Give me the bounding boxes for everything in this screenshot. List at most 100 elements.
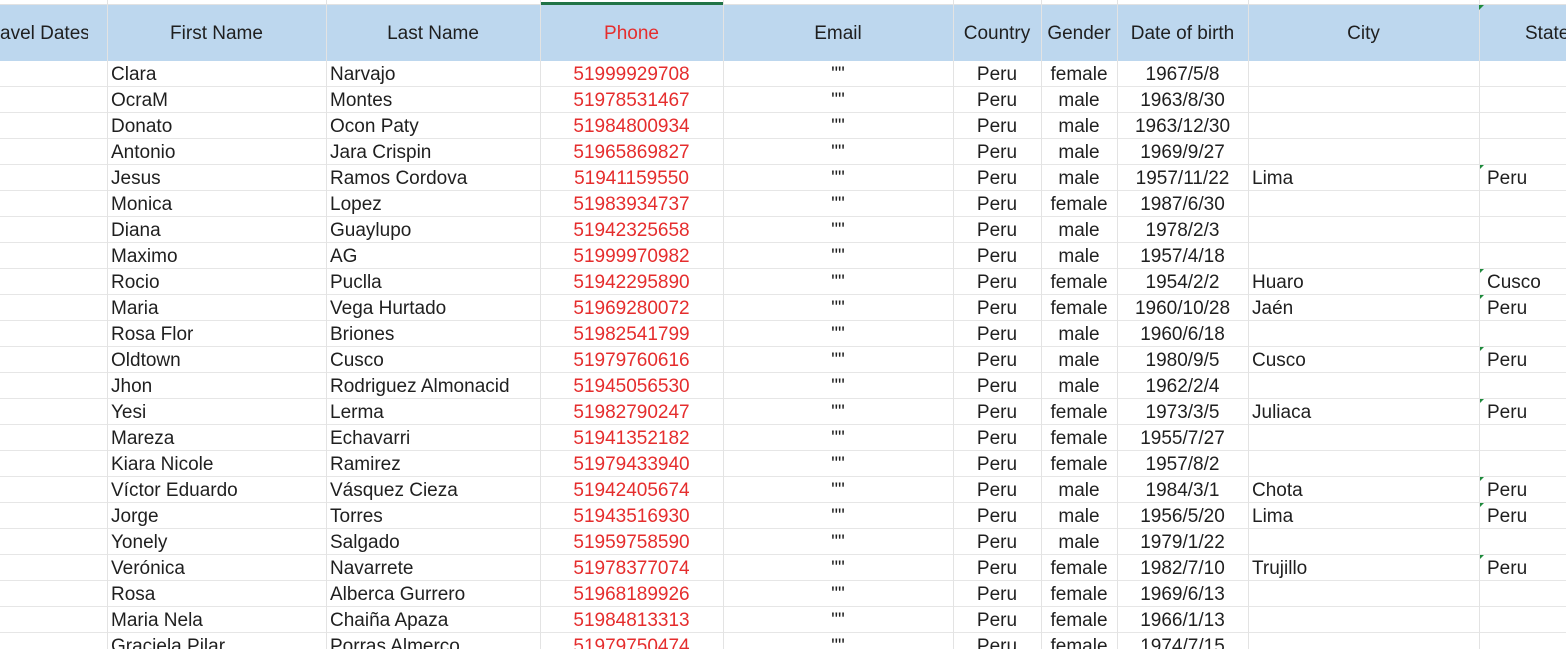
header-city[interactable]: City [1248, 5, 1479, 61]
cell-state[interactable] [1479, 451, 1566, 477]
cell-city[interactable] [1248, 373, 1479, 399]
cell-city[interactable] [1248, 633, 1479, 649]
cell-dob[interactable]: 1955/7/27 [1117, 425, 1248, 451]
cell-country[interactable]: Peru [953, 87, 1041, 113]
cell-email[interactable]: "" [723, 347, 953, 373]
cell-first[interactable]: Clara [107, 61, 326, 87]
cell-country[interactable]: Peru [953, 399, 1041, 425]
header-travel-dates[interactable]: avel Dates [0, 5, 88, 61]
cell-country[interactable]: Peru [953, 425, 1041, 451]
cell-dob[interactable]: 1967/5/8 [1117, 61, 1248, 87]
table-row[interactable]: Rocio Puclla 51942295890 "" Peru female 1954/2… [0, 269, 1566, 295]
cell-first[interactable]: Graciela Pilar [107, 633, 326, 649]
cell-gender[interactable]: male [1041, 87, 1117, 113]
cell-first[interactable]: Oldtown [107, 347, 326, 373]
table-row[interactable]: Yonely Salgado 51959758590 "" Peru male 1979/1… [0, 529, 1566, 555]
cell-travel-dates[interactable] [0, 503, 107, 529]
cell-gender[interactable]: male [1041, 243, 1117, 269]
cell-city[interactable] [1248, 581, 1479, 607]
cell-first[interactable]: Jorge [107, 503, 326, 529]
cell-city[interactable]: Cusco [1248, 347, 1479, 373]
header-state[interactable]: State [1479, 5, 1566, 61]
cell-dob[interactable]: 1980/9/5 [1117, 347, 1248, 373]
cell-first[interactable]: Maximo [107, 243, 326, 269]
cell-travel-dates[interactable] [0, 633, 107, 649]
cell-email[interactable]: "" [723, 633, 953, 649]
table-row[interactable]: Verónica Navarrete 51978377074 "" Peru female… [0, 555, 1566, 581]
cell-first[interactable]: Rosa Flor [107, 321, 326, 347]
cell-email[interactable]: "" [723, 503, 953, 529]
cell-dob[interactable]: 1974/7/15 [1117, 633, 1248, 649]
cell-dob[interactable]: 1960/10/28 [1117, 295, 1248, 321]
cell-dob[interactable]: 1966/1/13 [1117, 607, 1248, 633]
cell-first[interactable]: Mareza [107, 425, 326, 451]
cell-gender[interactable]: male [1041, 139, 1117, 165]
cell-dob[interactable]: 1957/11/22 [1117, 165, 1248, 191]
cell-travel-dates[interactable] [0, 451, 107, 477]
cell-email[interactable]: "" [723, 269, 953, 295]
cell-gender[interactable]: male [1041, 477, 1117, 503]
cell-phone[interactable]: 51959758590 [540, 529, 723, 555]
cell-country[interactable]: Peru [953, 269, 1041, 295]
cell-country[interactable]: Peru [953, 139, 1041, 165]
cell-travel-dates[interactable] [0, 607, 107, 633]
cell-last[interactable]: Guaylupo [326, 217, 540, 243]
cell-country[interactable]: Peru [953, 191, 1041, 217]
cell-first[interactable]: Diana [107, 217, 326, 243]
cell-email[interactable]: "" [723, 321, 953, 347]
cell-travel-dates[interactable] [0, 269, 107, 295]
cell-city[interactable] [1248, 217, 1479, 243]
cell-email[interactable]: "" [723, 295, 953, 321]
cell-last[interactable]: Salgado [326, 529, 540, 555]
cell-gender[interactable]: female [1041, 295, 1117, 321]
cell-country[interactable]: Peru [953, 217, 1041, 243]
cell-city[interactable] [1248, 61, 1479, 87]
cell-state[interactable] [1479, 217, 1566, 243]
cell-country[interactable]: Peru [953, 633, 1041, 649]
cell-travel-dates[interactable] [0, 321, 107, 347]
cell-country[interactable]: Peru [953, 607, 1041, 633]
cell-gender[interactable]: male [1041, 347, 1117, 373]
cell-dob[interactable]: 1957/4/18 [1117, 243, 1248, 269]
cell-country[interactable]: Peru [953, 243, 1041, 269]
cell-travel-dates[interactable] [0, 373, 107, 399]
cell-travel-dates[interactable] [0, 477, 107, 503]
cell-phone[interactable]: 51943516930 [540, 503, 723, 529]
cell-dob[interactable]: 1987/6/30 [1117, 191, 1248, 217]
cell-email[interactable]: "" [723, 581, 953, 607]
table-row[interactable]: Víctor Eduardo Vásquez Cieza 51942405674 ""… [0, 477, 1566, 503]
header-last-name[interactable]: Last Name [326, 5, 540, 61]
cell-phone[interactable]: 51941352182 [540, 425, 723, 451]
table-row[interactable]: Maria Nela Chaiña Apaza 51984813313 "" Peru f… [0, 607, 1566, 633]
cell-gender[interactable]: female [1041, 451, 1117, 477]
cell-state[interactable] [1479, 425, 1566, 451]
cell-dob[interactable]: 1969/6/13 [1117, 581, 1248, 607]
cell-email[interactable]: "" [723, 477, 953, 503]
cell-first[interactable]: Yesi [107, 399, 326, 425]
table-row[interactable]: Rosa Flor Briones 51982541799 "" Peru male 196… [0, 321, 1566, 347]
cell-last[interactable]: Navarrete [326, 555, 540, 581]
cell-country[interactable]: Peru [953, 503, 1041, 529]
cell-phone[interactable]: 51942295890 [540, 269, 723, 295]
cell-first[interactable]: Monica [107, 191, 326, 217]
cell-state[interactable]: Peru [1479, 347, 1566, 373]
cell-city[interactable]: Juliaca [1248, 399, 1479, 425]
cell-travel-dates[interactable] [0, 87, 107, 113]
spreadsheet[interactable]: avel Dates First Name Last Name Phone Em… [0, 0, 1566, 649]
cell-country[interactable]: Peru [953, 113, 1041, 139]
cell-last[interactable]: Ramos Cordova [326, 165, 540, 191]
cell-state[interactable] [1479, 373, 1566, 399]
cell-travel-dates[interactable] [0, 113, 107, 139]
cell-last[interactable]: Lerma [326, 399, 540, 425]
cell-state[interactable] [1479, 243, 1566, 269]
cell-phone[interactable]: 51968189926 [540, 581, 723, 607]
cell-phone[interactable]: 51941159550 [540, 165, 723, 191]
cell-email[interactable]: "" [723, 61, 953, 87]
cell-city[interactable]: Huaro [1248, 269, 1479, 295]
cell-last[interactable]: Rodriguez Almonacid [326, 373, 540, 399]
cell-first[interactable]: Jhon [107, 373, 326, 399]
cell-state[interactable] [1479, 529, 1566, 555]
header-date-of-birth[interactable]: Date of birth [1117, 5, 1248, 61]
cell-travel-dates[interactable] [0, 581, 107, 607]
cell-travel-dates[interactable] [0, 347, 107, 373]
